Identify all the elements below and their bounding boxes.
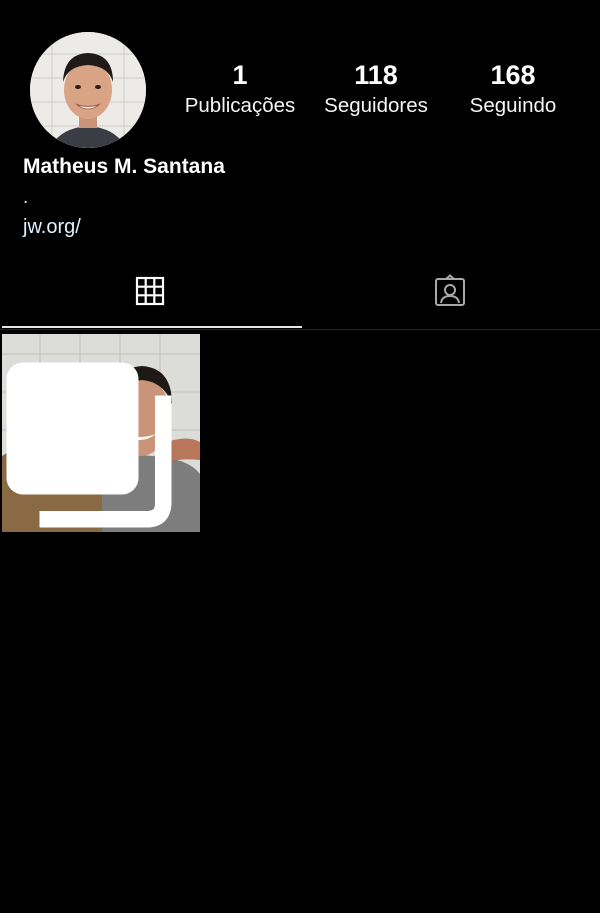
grid-icon bbox=[135, 276, 165, 306]
profile-link[interactable]: jw.org/ bbox=[23, 212, 81, 242]
following-stat[interactable]: 168 Seguindo bbox=[462, 58, 564, 120]
following-label: Seguindo bbox=[469, 94, 557, 117]
posts-stat[interactable]: 1 Publicações bbox=[178, 58, 302, 120]
following-count: 168 bbox=[490, 60, 536, 90]
followers-label: Seguidores bbox=[324, 94, 428, 117]
posts-count: 1 bbox=[232, 60, 248, 90]
profile-bio: . bbox=[23, 187, 29, 208]
tab-tagged[interactable] bbox=[300, 252, 600, 330]
tab-posts-grid[interactable] bbox=[0, 252, 300, 330]
profile-photo-image bbox=[30, 32, 146, 148]
posts-label: Publicações bbox=[184, 94, 296, 117]
tagged-person-icon bbox=[435, 274, 465, 306]
followers-stat[interactable]: 118 Seguidores bbox=[318, 58, 434, 120]
active-tab-indicator bbox=[2, 326, 302, 328]
profile-page: 1 Publicações 118 Seguidores 168 Seguind… bbox=[0, 0, 600, 913]
avatar[interactable] bbox=[30, 32, 146, 148]
profile-name: Matheus M. Santana bbox=[23, 155, 225, 178]
multiple-images-icon bbox=[6, 362, 172, 528]
followers-count: 118 bbox=[354, 60, 398, 90]
post-thumbnail[interactable] bbox=[2, 334, 200, 532]
profile-tab-bar bbox=[0, 252, 600, 330]
